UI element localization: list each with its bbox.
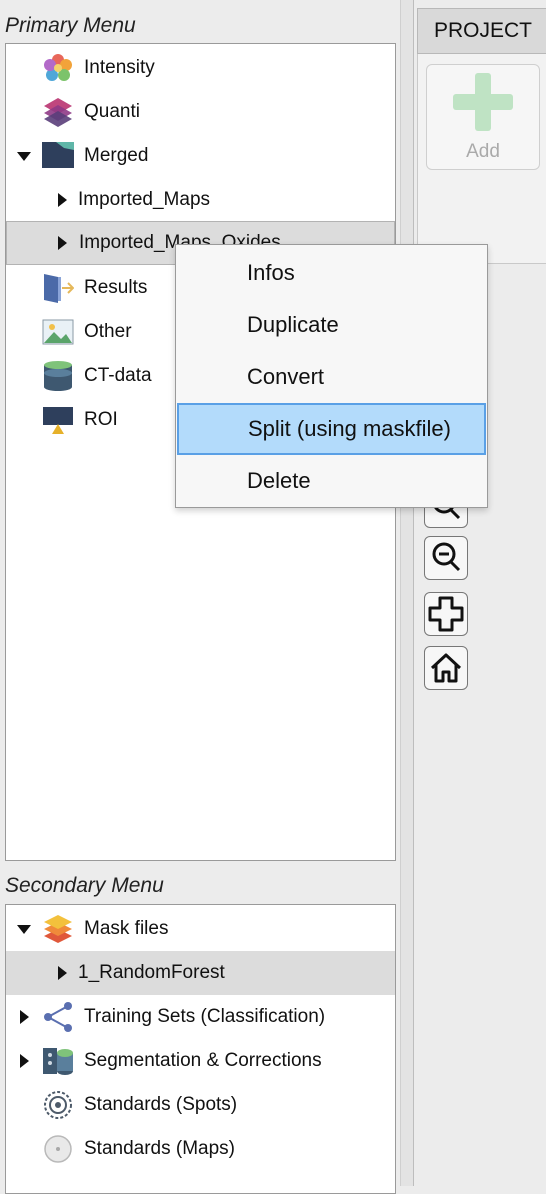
- home-icon: [430, 653, 462, 683]
- chevron-down-icon[interactable]: [17, 152, 31, 161]
- tree-item-label: Segmentation & Corrections: [84, 1050, 322, 1071]
- add-button-label: Add: [466, 141, 500, 162]
- secondary-menu-tree[interactable]: Mask files 1_RandomForest Training Sets …: [5, 904, 396, 1194]
- mask-layers-icon: [44, 915, 72, 943]
- tree-item-label: Standards (Maps): [84, 1138, 236, 1159]
- tree-item-label: CT-data: [84, 365, 152, 386]
- chevron-down-icon[interactable]: [17, 925, 31, 934]
- ct-data-cylinder-icon: [44, 361, 72, 391]
- training-network-icon: [44, 1002, 72, 1032]
- standards-spots-icon: [44, 1091, 72, 1119]
- menu-item-convert[interactable]: Convert: [176, 351, 487, 403]
- tree-item-mask-files[interactable]: Mask files: [6, 907, 395, 951]
- tree-item-standards-spots[interactable]: Standards (Spots): [6, 1083, 395, 1127]
- secondary-menu-title: Secondary Menu: [5, 874, 164, 897]
- tree-item-label: Training Sets (Classification): [84, 1006, 326, 1027]
- chevron-right-icon[interactable]: [58, 966, 67, 980]
- tree-item-merged[interactable]: Merged: [6, 134, 395, 178]
- add-button[interactable]: Add: [426, 64, 540, 170]
- menu-item-split[interactable]: Split (using maskfile): [177, 403, 486, 455]
- tree-item-standards-maps[interactable]: Standards (Maps): [6, 1127, 395, 1171]
- tree-item-label: Mask files: [84, 918, 169, 939]
- standards-maps-icon: [44, 1135, 72, 1163]
- tree-item-quanti[interactable]: Quanti: [6, 90, 395, 134]
- tree-item-label: 1_RandomForest: [78, 962, 225, 983]
- tree-item-label: Merged: [84, 145, 149, 166]
- primary-menu-title: Primary Menu: [5, 14, 136, 37]
- tree-item-label: Other: [84, 321, 132, 342]
- chevron-right-icon[interactable]: [58, 193, 67, 207]
- quanti-layers-icon: [44, 98, 72, 127]
- intensity-flower-icon: [44, 54, 72, 81]
- chevron-right-icon[interactable]: [20, 1054, 29, 1068]
- zoom-out-button[interactable]: [424, 536, 468, 580]
- tree-item-randomforest[interactable]: 1_RandomForest: [6, 951, 395, 995]
- other-image-icon: [42, 319, 74, 345]
- tree-item-label: Results: [84, 277, 148, 298]
- tree-item-label: Quanti: [84, 101, 140, 122]
- tree-item-label: Standards (Spots): [84, 1094, 238, 1115]
- roi-icon: [43, 407, 73, 434]
- tree-item-imported-maps[interactable]: Imported_Maps: [6, 178, 395, 222]
- results-door-icon: [44, 274, 74, 303]
- chevron-right-icon[interactable]: [20, 1010, 29, 1024]
- context-menu[interactable]: Infos Duplicate Convert Split (using mas…: [175, 244, 488, 508]
- splitter-handle[interactable]: [400, 0, 414, 1186]
- segmentation-icon: [43, 1048, 73, 1075]
- project-panel: PROJECT Add: [414, 0, 546, 1186]
- menu-item-delete[interactable]: Delete: [176, 455, 487, 507]
- pan-button[interactable]: [424, 592, 468, 636]
- menu-item-duplicate[interactable]: Duplicate: [176, 299, 487, 351]
- merged-map-icon: [42, 142, 74, 168]
- tree-item-label: Imported_Maps: [78, 189, 211, 210]
- tree-item-segmentation[interactable]: Segmentation & Corrections: [6, 1039, 395, 1083]
- chevron-right-icon[interactable]: [58, 236, 67, 250]
- tree-item-label: ROI: [84, 409, 118, 430]
- home-button[interactable]: [424, 646, 468, 690]
- pan-icon: [428, 596, 464, 632]
- tree-item-label: Intensity: [84, 57, 155, 78]
- tree-item-intensity[interactable]: Intensity: [6, 46, 395, 90]
- menu-item-infos[interactable]: Infos: [176, 247, 487, 299]
- tree-item-training-sets[interactable]: Training Sets (Classification): [6, 995, 395, 1039]
- plus-icon: [453, 73, 513, 131]
- tab-project[interactable]: PROJECT: [417, 8, 546, 54]
- zoom-out-icon: [432, 542, 461, 572]
